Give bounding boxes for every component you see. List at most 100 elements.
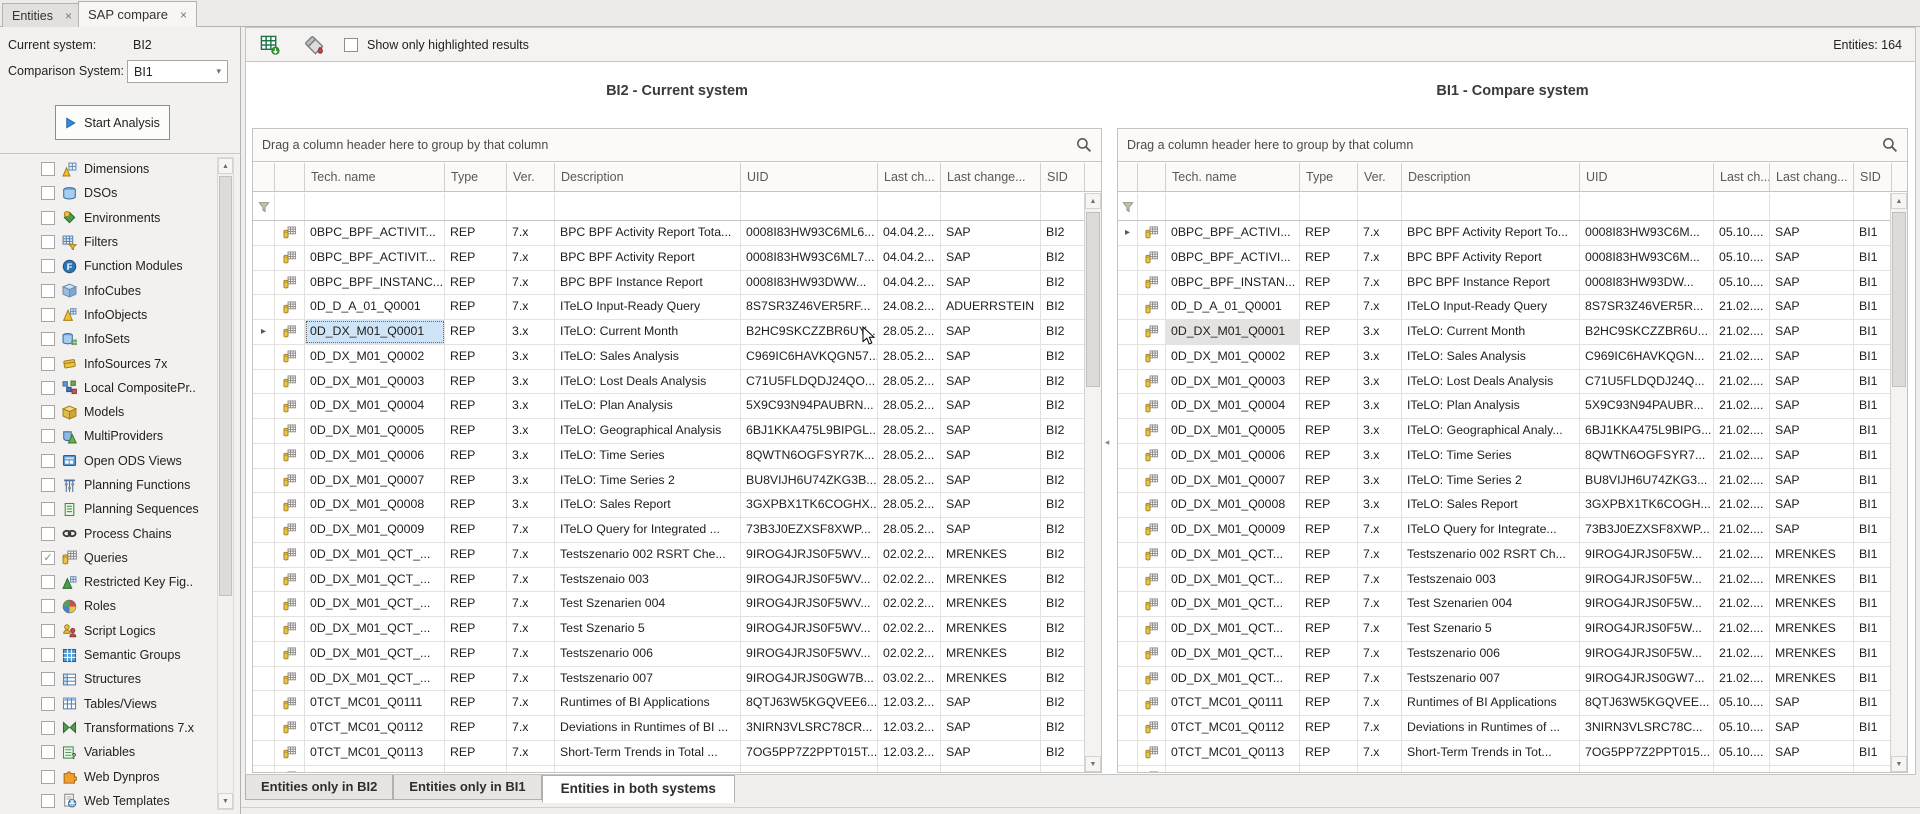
table-row[interactable]: 0D_DX_M01_Q0004REP3.xITeLO: Plan Analysi… bbox=[253, 394, 1084, 419]
column-header-3[interactable]: Description bbox=[555, 163, 741, 191]
filter-cell[interactable] bbox=[878, 193, 941, 220]
table-row[interactable]: 0D_DX_M01_QCT...REP7.xTest Szenario 59IR… bbox=[1118, 617, 1890, 642]
scrollbar-thumb[interactable] bbox=[1892, 212, 1906, 387]
planning-sequences-checkbox[interactable] bbox=[41, 502, 55, 516]
sidebar-item-function-modules[interactable]: FFunction Modules bbox=[0, 254, 212, 278]
open-ods-views-checkbox[interactable] bbox=[41, 454, 55, 468]
table-row[interactable]: 0D_D_A_01_Q0001REP7.xITeLO Input-Ready Q… bbox=[253, 295, 1084, 320]
filter-cell[interactable] bbox=[507, 193, 555, 220]
filter-cell[interactable] bbox=[1138, 193, 1166, 220]
table-row[interactable]: 0D_DX_M01_QCT...REP7.xTestszenaio 0039IR… bbox=[1118, 568, 1890, 593]
sidebar-scrollbar[interactable]: ▲ ▼ bbox=[217, 157, 234, 810]
table-row[interactable]: 0D_DX_M01_Q0008REP3.xITeLO: Sales Report… bbox=[1118, 493, 1890, 518]
models-checkbox[interactable] bbox=[41, 405, 55, 419]
scrollbar-thumb[interactable] bbox=[1086, 212, 1100, 387]
scrollbar-thumb[interactable] bbox=[219, 176, 232, 596]
multiproviders-checkbox[interactable] bbox=[41, 429, 55, 443]
table-row[interactable]: 0D_DX_M01_QCT...REP7.xTestszenario 0069I… bbox=[1118, 642, 1890, 667]
table-row[interactable]: 0TCT_MC01_Q0111REP7.xRuntimes of BI Appl… bbox=[253, 691, 1084, 716]
sidebar-item-queries[interactable]: ✓Queries bbox=[0, 546, 212, 570]
tab-entities-in-both-systems[interactable]: Entities in both systems bbox=[542, 775, 735, 803]
column-header-4[interactable]: UID bbox=[741, 163, 878, 191]
tab-entities-only-in-bi1[interactable]: Entities only in BI1 bbox=[393, 775, 541, 800]
table-row[interactable]: 0D_DX_M01_Q0008REP3.xITeLO: Sales Report… bbox=[253, 493, 1084, 518]
column-header-2[interactable]: Ver. bbox=[1358, 163, 1402, 191]
environments-checkbox[interactable] bbox=[41, 211, 55, 225]
column-header-5[interactable]: Last ch... bbox=[1714, 163, 1770, 191]
excel-export-icon[interactable] bbox=[260, 35, 280, 55]
web-templates-checkbox[interactable] bbox=[41, 794, 55, 808]
filter-cell[interactable] bbox=[1402, 193, 1580, 220]
table-row[interactable]: 0D_DX_M01_QCT_...REP7.xTest Szenario 59I… bbox=[253, 617, 1084, 642]
close-icon[interactable]: × bbox=[65, 9, 72, 23]
transformations-7-x-checkbox[interactable] bbox=[41, 721, 55, 735]
tables-views-checkbox[interactable] bbox=[41, 697, 55, 711]
sidebar-item-environments[interactable]: Environments bbox=[0, 206, 212, 230]
table-row[interactable]: 0D_DX_M01_Q0009REP7.xITeLO Query for Int… bbox=[253, 518, 1084, 543]
scroll-up-icon[interactable]: ▲ bbox=[1891, 193, 1907, 209]
table-row[interactable]: 0D_DX_M01_QCT_...REP7.xTestszenaio 0039I… bbox=[253, 568, 1084, 593]
column-header-2[interactable]: Ver. bbox=[507, 163, 555, 191]
table-row[interactable]: 0BPC_BPF_INSTAN...REP7.xBPC BPF Instance… bbox=[1118, 271, 1890, 296]
column-header-7[interactable]: SID bbox=[1854, 163, 1892, 191]
filter-row[interactable] bbox=[1118, 193, 1890, 221]
infocubes-checkbox[interactable] bbox=[41, 284, 55, 298]
table-row[interactable]: ▸0D_DX_M01_Q0001REP3.xITeLO: Current Mon… bbox=[253, 320, 1084, 345]
planning-functions-checkbox[interactable] bbox=[41, 478, 55, 492]
filter-cell[interactable] bbox=[1166, 193, 1300, 220]
panel-splitter[interactable]: ◂ bbox=[1102, 407, 1112, 477]
search-icon[interactable] bbox=[1882, 137, 1898, 153]
table-row[interactable]: 0D_DX_M01_Q0001REP3.xITeLO: Current Mont… bbox=[1118, 320, 1890, 345]
scroll-down-icon[interactable]: ▼ bbox=[1891, 756, 1907, 772]
table-row[interactable]: 0TCT_MC01_Q0112REP7.xDeviations in Runti… bbox=[1118, 716, 1890, 741]
table-row[interactable]: 0TCT_MC01_Q0111REP7.xRuntimes of BI Appl… bbox=[1118, 691, 1890, 716]
column-header-6[interactable]: Last change... bbox=[941, 163, 1041, 191]
table-row[interactable]: 0D_DX_M01_Q0006REP3.xITeLO: Time Series8… bbox=[253, 444, 1084, 469]
close-icon[interactable]: × bbox=[180, 8, 187, 22]
table-row[interactable]: 0TCT_MC01_Q0112REP7.xDeviations in Runti… bbox=[253, 716, 1084, 741]
infosets-checkbox[interactable] bbox=[41, 332, 55, 346]
process-chains-checkbox[interactable] bbox=[41, 527, 55, 541]
show-only-highlighted-checkbox[interactable] bbox=[344, 38, 358, 52]
sidebar-item-dsos[interactable]: DSOs bbox=[0, 181, 212, 205]
function-modules-checkbox[interactable] bbox=[41, 259, 55, 273]
sidebar-item-planning-sequences[interactable]: Planning Sequences bbox=[0, 497, 212, 521]
table-row[interactable]: 0D_DX_M01_QCT...REP7.xTestszenario 002 R… bbox=[1118, 543, 1890, 568]
table-row[interactable]: 0BPC_BPF_ACTIVIT...REP7.xBPC BPF Activit… bbox=[253, 221, 1084, 246]
sidebar-item-dimensions[interactable]: Dimensions bbox=[0, 157, 212, 181]
sidebar-item-tables-views[interactable]: Tables/Views bbox=[0, 692, 212, 716]
sidebar-item-structures[interactable]: Structures bbox=[0, 667, 212, 691]
dsos-checkbox[interactable] bbox=[41, 186, 55, 200]
sidebar-item-infocubes[interactable]: InfoCubes bbox=[0, 278, 212, 302]
column-header-1[interactable]: Type bbox=[445, 163, 507, 191]
column-header-7[interactable]: SID bbox=[1041, 163, 1085, 191]
sidebar-item-filters[interactable]: Filters bbox=[0, 230, 212, 254]
sidebar-item-infosets[interactable]: InfoSets bbox=[0, 327, 212, 351]
sidebar-item-process-chains[interactable]: Process Chains bbox=[0, 521, 212, 545]
filter-cell[interactable] bbox=[1714, 193, 1770, 220]
scroll-down-icon[interactable]: ▼ bbox=[218, 793, 233, 809]
sidebar-item-script-logics[interactable]: Script Logics bbox=[0, 619, 212, 643]
sidebar-item-planning-functions[interactable]: Planning Functions bbox=[0, 473, 212, 497]
filter-cell[interactable] bbox=[555, 193, 741, 220]
highlight-icon[interactable] bbox=[304, 35, 324, 55]
column-header-1[interactable]: Type bbox=[1300, 163, 1358, 191]
structures-checkbox[interactable] bbox=[41, 672, 55, 686]
restricted-key-fig-checkbox[interactable] bbox=[41, 575, 55, 589]
infosources-7x-checkbox[interactable] bbox=[41, 357, 55, 371]
tab-sap-compare[interactable]: SAP compare × bbox=[78, 1, 197, 27]
filter-row[interactable] bbox=[253, 193, 1084, 221]
table-row[interactable]: 0D_DX_M01_Q0006REP3.xITeLO: Time Series8… bbox=[1118, 444, 1890, 469]
semantic-groups-checkbox[interactable] bbox=[41, 648, 55, 662]
tab-entities-only-in-bi2[interactable]: Entities only in BI2 bbox=[245, 775, 393, 800]
filter-cell[interactable] bbox=[1770, 193, 1854, 220]
scroll-up-icon[interactable]: ▲ bbox=[218, 158, 233, 174]
column-header-0[interactable]: Tech. name bbox=[305, 163, 445, 191]
variables-checkbox[interactable] bbox=[41, 745, 55, 759]
comparison-system-select[interactable]: BI1 ▾ bbox=[127, 60, 228, 83]
table-row[interactable]: 0D_DX_M01_Q0009REP7.xITeLO Query for Int… bbox=[1118, 518, 1890, 543]
table-row[interactable]: 0D_DX_M01_Q0002REP3.xITeLO: Sales Analys… bbox=[1118, 345, 1890, 370]
table-row[interactable]: 0D_DX_M01_QCT_...REP7.xTest Szenarien 00… bbox=[253, 592, 1084, 617]
table-row[interactable]: 0D_DX_M01_QCT_...REP7.xTestszenario 002 … bbox=[253, 543, 1084, 568]
table-row[interactable]: 0D_DX_M01_Q0003REP3.xITeLO: Lost Deals A… bbox=[1118, 370, 1890, 395]
